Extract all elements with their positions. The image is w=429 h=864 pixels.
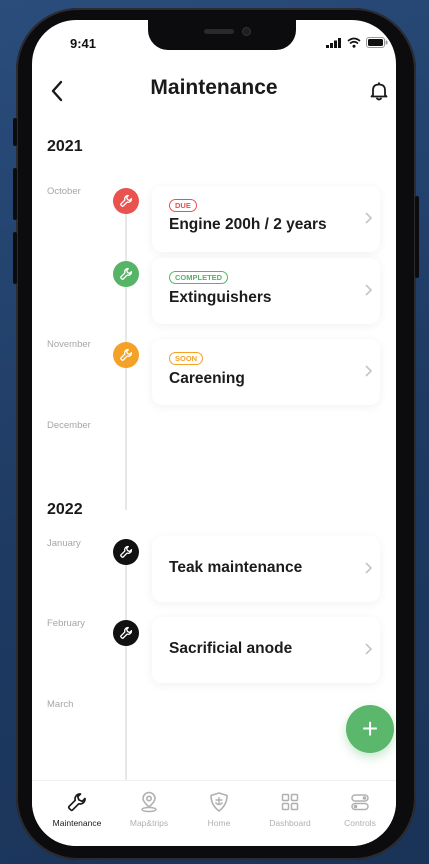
- tab-label: Map&trips: [129, 818, 169, 828]
- tab-label: Controls: [344, 818, 376, 828]
- nav-header: Maintenance: [32, 72, 396, 112]
- phone-mute-switch: [13, 118, 17, 146]
- maintenance-card-engine[interactable]: DUE Engine 200h / 2 years: [152, 186, 380, 252]
- card-title: Careening: [169, 370, 245, 387]
- chevron-right-icon: [365, 212, 373, 224]
- status-badge-due: DUE: [169, 199, 197, 212]
- status-marker-completed: [113, 261, 139, 287]
- status-icons: [326, 37, 388, 48]
- tab-controls[interactable]: Controls: [324, 791, 396, 828]
- month-label-december: December: [47, 420, 91, 431]
- year-heading-2021: 2021: [47, 138, 83, 155]
- tab-label: Dashboard: [269, 818, 311, 828]
- month-label-march: March: [47, 699, 74, 710]
- maintenance-card-careening[interactable]: SOON Careening: [152, 339, 380, 405]
- chevron-right-icon: [365, 643, 373, 655]
- tab-home[interactable]: Home: [183, 791, 255, 828]
- maintenance-card-teak[interactable]: Teak maintenance: [152, 536, 380, 602]
- wrench-icon: [120, 626, 133, 639]
- tab-label: Maintenance: [52, 818, 102, 828]
- month-label-october: October: [47, 186, 81, 197]
- wrench-icon: [67, 793, 86, 812]
- maintenance-card-anode[interactable]: Sacrificial anode: [152, 617, 380, 683]
- toggles-icon: [351, 794, 369, 811]
- card-title: Extinguishers: [169, 289, 272, 306]
- app-screen: 9:41 Maintenance 2021 2022 October Novem…: [32, 20, 396, 846]
- bottom-tab-bar: Maintenance Map&trips Home Dashboard Con…: [32, 780, 396, 846]
- front-camera: [242, 27, 251, 36]
- month-label-january: January: [47, 538, 81, 549]
- phone-power-button: [415, 196, 419, 278]
- tab-map-trips[interactable]: Map&trips: [113, 791, 185, 828]
- month-label-november: November: [47, 339, 91, 350]
- plus-icon: +: [361, 713, 379, 744]
- map-pin-icon: [141, 791, 157, 813]
- wrench-icon: [120, 267, 133, 280]
- tab-maintenance[interactable]: Maintenance: [41, 791, 113, 828]
- battery-icon: [366, 37, 388, 48]
- tab-dashboard[interactable]: Dashboard: [254, 791, 326, 828]
- status-marker-upcoming: [113, 539, 139, 565]
- card-title: Sacrificial anode: [169, 640, 293, 657]
- wrench-icon: [120, 545, 133, 558]
- wrench-icon: [120, 348, 133, 361]
- wrench-icon: [120, 194, 133, 207]
- chevron-right-icon: [365, 365, 373, 377]
- status-time: 9:41: [70, 36, 97, 51]
- grid-icon: [281, 793, 299, 811]
- speaker-grille: [204, 29, 234, 34]
- wifi-icon: [347, 37, 361, 48]
- maintenance-card-extinguishers[interactable]: COMPLETED Extinguishers: [152, 258, 380, 324]
- card-title: Engine 200h / 2 years: [169, 216, 327, 233]
- card-title: Teak maintenance: [169, 559, 303, 576]
- shield-icon: [210, 792, 228, 812]
- page-title: Maintenance: [150, 76, 278, 99]
- status-marker-due: [113, 188, 139, 214]
- bell-icon[interactable]: [368, 80, 390, 102]
- signal-icon: [326, 38, 341, 48]
- status-marker-soon: [113, 342, 139, 368]
- tab-label: Home: [207, 818, 231, 828]
- timeline-line: [125, 550, 127, 780]
- add-maintenance-button[interactable]: +: [346, 705, 394, 753]
- status-badge-completed: COMPLETED: [169, 271, 229, 284]
- year-heading-2022: 2022: [47, 501, 83, 518]
- phone-notch: [148, 20, 296, 50]
- phone-volume-down: [13, 232, 17, 284]
- month-label-february: February: [47, 618, 86, 629]
- status-marker-upcoming: [113, 620, 139, 646]
- phone-volume-up: [13, 168, 17, 220]
- chevron-right-icon: [365, 562, 373, 574]
- status-badge-soon: SOON: [169, 352, 204, 365]
- chevron-right-icon: [365, 284, 373, 296]
